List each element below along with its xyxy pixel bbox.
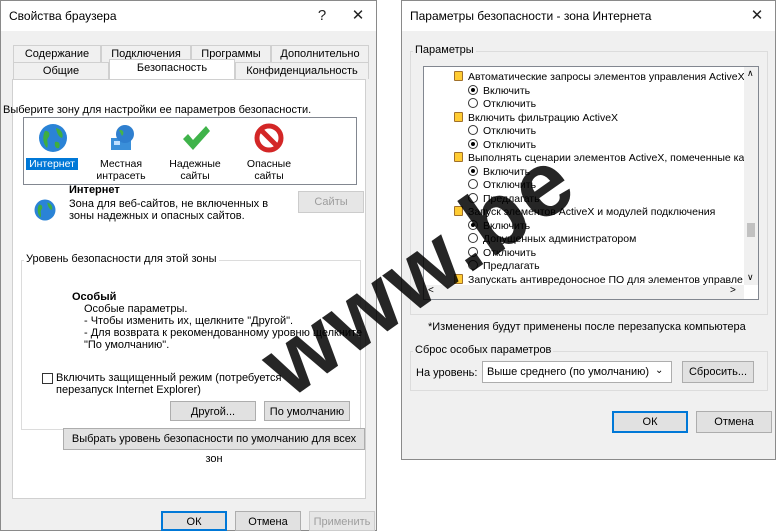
restart-note: *Изменения будут применены после перезап… — [428, 321, 746, 333]
settings-gear-icon — [454, 111, 463, 122]
tab-privacy[interactable]: Конфиденциальность — [235, 62, 369, 79]
radio-button[interactable] — [468, 138, 478, 149]
tab-security[interactable]: Безопасность — [109, 59, 235, 80]
cancel-button[interactable]: Отмена — [235, 511, 301, 531]
window-title: Параметры безопасности - зона Интернета — [410, 9, 652, 23]
globe-icon — [39, 124, 67, 152]
help-button[interactable]: ? — [307, 5, 337, 27]
scroll-down-button[interactable]: ∨ — [747, 272, 754, 283]
zone-item-restricted[interactable]: Опасные сайты — [234, 118, 304, 182]
reset-group-label: Сброс особых параметров — [413, 344, 554, 356]
security-level-label: Уровень безопасности для этой зоны — [24, 253, 219, 265]
tab-general[interactable]: Общие — [13, 62, 109, 79]
zone-label-internet: Интернет — [26, 158, 78, 170]
settings-gear-icon — [454, 71, 463, 81]
zone-item-intranet[interactable]: Местная интрасеть — [86, 118, 156, 182]
zone-item-internet[interactable]: Интернет — [24, 118, 82, 182]
zone-label-restricted: Опасные сайты — [246, 158, 292, 182]
restricted-icon — [254, 123, 284, 153]
protected-mode-checkbox[interactable] — [42, 373, 53, 384]
title-bar: Параметры безопасности - зона Интернета … — [402, 1, 775, 31]
settings-gear-icon — [454, 152, 463, 162]
level-line-1: Особые параметры. — [84, 303, 188, 315]
zone-item-trusted[interactable]: Надежные сайты — [160, 118, 230, 182]
setting-header: Автоматические запросы элементов управле… — [454, 71, 745, 83]
close-button[interactable]: ✕ — [343, 5, 373, 27]
chevron-down-icon: ⌄ — [655, 365, 664, 376]
zone-title: Интернет — [69, 184, 120, 196]
setting-header: Включить фильтрацию ActiveX — [454, 111, 619, 124]
level-line-4: "По умолчанию". — [84, 339, 170, 351]
reset-level-label: На уровень: — [416, 367, 478, 379]
vertical-scrollbar[interactable]: ∧ ∨ — [744, 67, 758, 285]
setting-label: Отключить — [483, 98, 537, 110]
custom-level-button[interactable]: Другой... — [170, 401, 256, 421]
title-bar: Свойства браузера ? ✕ — [1, 1, 376, 31]
radio-button[interactable] — [468, 125, 478, 135]
reset-level-value: Выше среднего (по умолчанию) — [487, 366, 650, 378]
scroll-up-button[interactable]: ∧ — [747, 68, 754, 79]
radio-button[interactable] — [468, 84, 478, 95]
intranet-icon — [111, 125, 134, 150]
zone-label-intranet: Местная интрасеть — [96, 158, 146, 182]
reset-all-zones-button[interactable]: Выбрать уровень безопасности по умолчани… — [63, 428, 365, 465]
setting-option[interactable]: Включить — [468, 84, 531, 97]
reset-button[interactable]: Сбросить... — [682, 361, 754, 383]
ok-button[interactable]: ОК — [612, 411, 688, 433]
cancel-button[interactable]: Отмена — [696, 411, 772, 433]
scroll-thumb[interactable] — [747, 223, 755, 237]
zone-list: Интернет Местная интрасеть Надежные сайт… — [23, 117, 357, 185]
browser-properties-window: Свойства браузера ? ✕ Содержание Подключ… — [0, 0, 377, 531]
setting-option[interactable]: Отключить — [468, 98, 536, 110]
apply-button[interactable]: Применить — [309, 511, 375, 531]
reset-level-select[interactable]: Выше среднего (по умолчанию) ⌄ — [482, 361, 672, 383]
setting-label: Включить фильтрацию ActiveX — [468, 111, 619, 124]
tab-advanced[interactable]: Дополнительно — [271, 45, 369, 62]
settings-label: Параметры — [413, 44, 476, 56]
sites-button[interactable]: Сайты — [298, 191, 364, 213]
radio-button[interactable] — [468, 98, 478, 108]
tab-content[interactable]: Содержание — [13, 45, 101, 62]
zone-description: Зона для веб-сайтов, не включенных в зон… — [69, 198, 269, 222]
close-button[interactable]: ✕ — [742, 5, 772, 27]
level-title: Особый — [72, 291, 117, 303]
checkmark-icon — [183, 126, 210, 150]
zone-label-trusted: Надежные сайты — [169, 158, 221, 182]
tab-strip: Содержание Подключения Программы Дополни… — [11, 45, 369, 80]
zone-prompt: Выберите зону для настройки ее параметро… — [3, 104, 312, 116]
setting-label: Запускать антивредоносное ПО для элемент… — [468, 273, 743, 286]
scroll-right-button[interactable]: > — [730, 285, 736, 296]
setting-label: Включить — [483, 84, 531, 97]
setting-label: Автоматические запросы элементов управле… — [468, 71, 745, 83]
ok-button[interactable]: ОК — [161, 511, 227, 531]
window-title: Свойства браузера — [9, 9, 117, 23]
globe-icon — [34, 199, 56, 221]
